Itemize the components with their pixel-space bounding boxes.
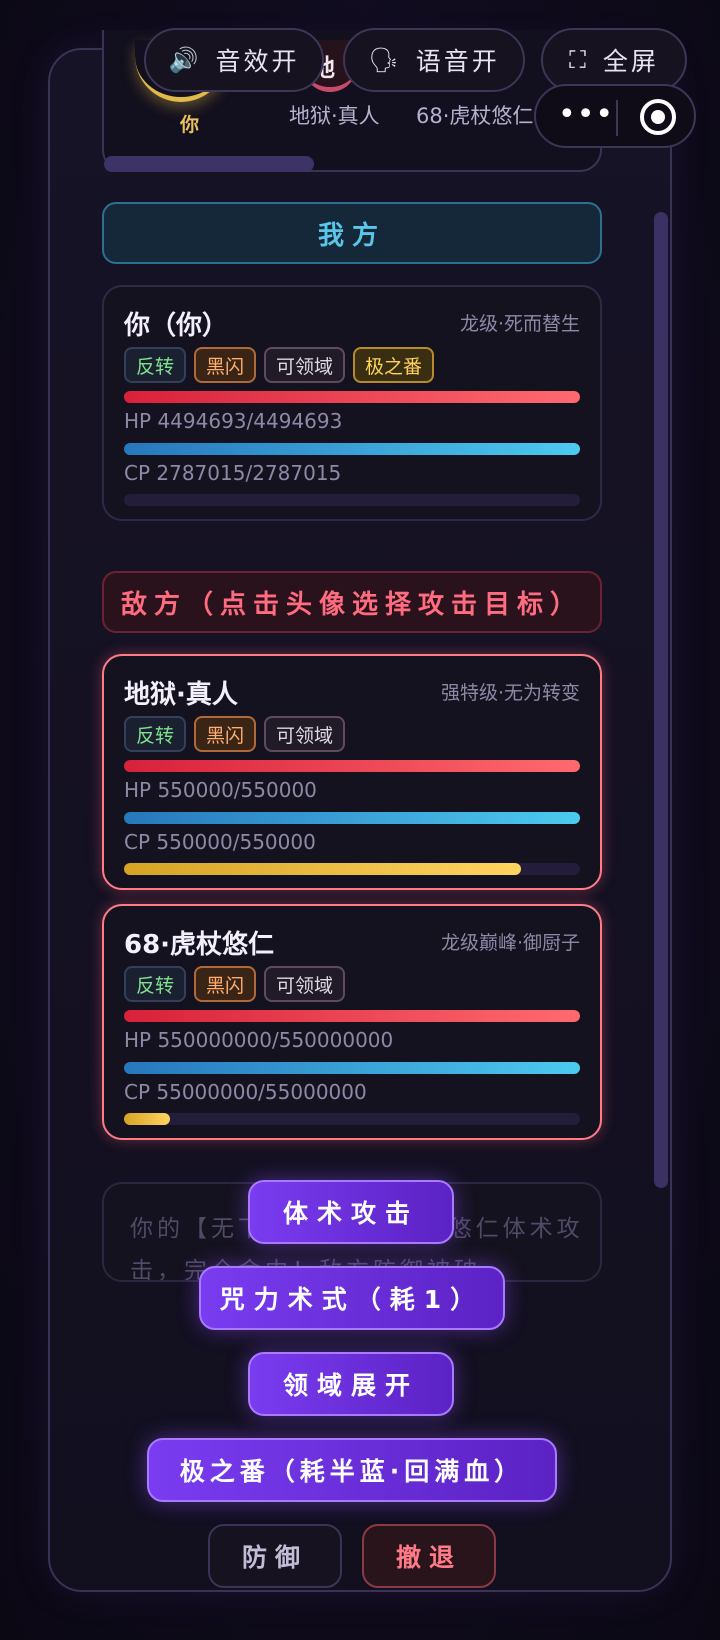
capsule-divider bbox=[616, 100, 618, 136]
skill-tag: 黑闪 bbox=[194, 716, 257, 752]
skill-tags: 反转 黑闪 可领域 bbox=[124, 966, 346, 1002]
fighter-name: 地狱·真人 bbox=[124, 680, 238, 710]
cp-bar bbox=[124, 812, 580, 824]
charge-bar bbox=[124, 863, 580, 875]
skill-tag: 黑闪 bbox=[194, 966, 257, 1002]
cp-text: CP 550000/550000 bbox=[124, 830, 316, 854]
skill-tag: 可领域 bbox=[264, 716, 346, 752]
enemy-fighter-card[interactable]: 地狱·真人 强特级·无为转变 反转 黑闪 可领域 HP 550000/55000… bbox=[102, 654, 602, 890]
skill-tags: 反转 黑闪 可领域 极之番 bbox=[124, 347, 435, 383]
hp-bar bbox=[124, 760, 580, 772]
fullscreen-button[interactable]: ⛶ 全屏 bbox=[541, 28, 687, 92]
voice-toggle-button[interactable]: 🗣 语音开 bbox=[343, 28, 525, 92]
enemy-section-header: 敌方（点击头像选择攻击目标） bbox=[102, 571, 602, 633]
more-icon[interactable]: ••• bbox=[558, 100, 614, 130]
retreat-button[interactable]: 撤退 bbox=[362, 1524, 496, 1588]
charge-bar bbox=[124, 494, 580, 506]
charge-fill bbox=[124, 863, 521, 875]
fighter-name: 68·虎杖悠仁 bbox=[124, 930, 275, 960]
fighter-grade: 强特级·无为转变 bbox=[440, 682, 580, 704]
cursed-technique-button[interactable]: 咒力术式（耗1） bbox=[199, 1266, 505, 1330]
skill-tag: 极之番 bbox=[353, 347, 435, 383]
cp-text: CP 2787015/2787015 bbox=[124, 461, 342, 485]
sound-toggle-button[interactable]: 🔊 音效开 bbox=[144, 28, 324, 92]
charge-bar bbox=[124, 1113, 580, 1125]
mini-program-capsule: ••• bbox=[534, 84, 696, 148]
fullscreen-icon: ⛶ bbox=[569, 46, 589, 74]
skill-tag: 可领域 bbox=[264, 966, 346, 1002]
battle-screen: 地 你 地狱·真人 68·虎杖悠仁 🔊 音效开 🗣 语音开 ⛶ 全屏 ••• 我… bbox=[0, 0, 720, 1640]
fighter-grade: 龙级·死而替生 bbox=[459, 313, 580, 335]
hp-bar bbox=[124, 391, 580, 403]
fighter-grade: 龙级巅峰·御厨子 bbox=[440, 932, 580, 954]
summary-progress-bar bbox=[104, 156, 314, 172]
ally-section-header: 我方 bbox=[102, 202, 602, 264]
physical-attack-button[interactable]: 体术攻击 bbox=[248, 1180, 454, 1244]
skill-tag: 可领域 bbox=[264, 347, 346, 383]
hp-text: HP 550000000/550000000 bbox=[124, 1028, 394, 1052]
speaker-icon: 🔊 bbox=[168, 46, 202, 74]
skill-tag: 黑闪 bbox=[194, 347, 257, 383]
ultimate-button[interactable]: 极之番（耗半蓝·回满血） bbox=[147, 1438, 557, 1502]
summary-enemy-name: 地狱·真人 bbox=[289, 104, 380, 128]
defend-button[interactable]: 防御 bbox=[208, 1524, 342, 1588]
hp-text: HP 550000/550000 bbox=[124, 778, 317, 802]
speaking-head-icon: 🗣 bbox=[368, 46, 402, 74]
skill-tag: 反转 bbox=[124, 716, 187, 752]
summary-enemy-name: 68·虎杖悠仁 bbox=[416, 104, 534, 128]
fighter-name: 你（你） bbox=[124, 311, 229, 341]
charge-fill bbox=[124, 1113, 170, 1125]
fullscreen-label: 全屏 bbox=[602, 47, 659, 76]
sound-toggle-label: 音效开 bbox=[215, 47, 300, 76]
voice-toggle-label: 语音开 bbox=[415, 47, 500, 76]
skill-tag: 反转 bbox=[124, 347, 187, 383]
cp-text: CP 55000000/55000000 bbox=[124, 1080, 367, 1104]
cp-bar bbox=[124, 443, 580, 455]
skill-tag: 反转 bbox=[124, 966, 187, 1002]
scrollbar[interactable] bbox=[654, 212, 668, 1188]
player-label: 你 bbox=[180, 114, 200, 136]
domain-expansion-button[interactable]: 领域展开 bbox=[248, 1352, 454, 1416]
skill-tags: 反转 黑闪 可领域 bbox=[124, 716, 346, 752]
cp-bar bbox=[124, 1062, 580, 1074]
close-target-icon[interactable] bbox=[640, 99, 676, 135]
hp-bar bbox=[124, 1010, 580, 1022]
hp-text: HP 4494693/4494693 bbox=[124, 409, 343, 433]
ally-fighter-card: 你（你） 龙级·死而替生 反转 黑闪 可领域 极之番 HP 4494693/44… bbox=[102, 285, 602, 521]
enemy-fighter-card[interactable]: 68·虎杖悠仁 龙级巅峰·御厨子 反转 黑闪 可领域 HP 550000000/… bbox=[102, 904, 602, 1140]
